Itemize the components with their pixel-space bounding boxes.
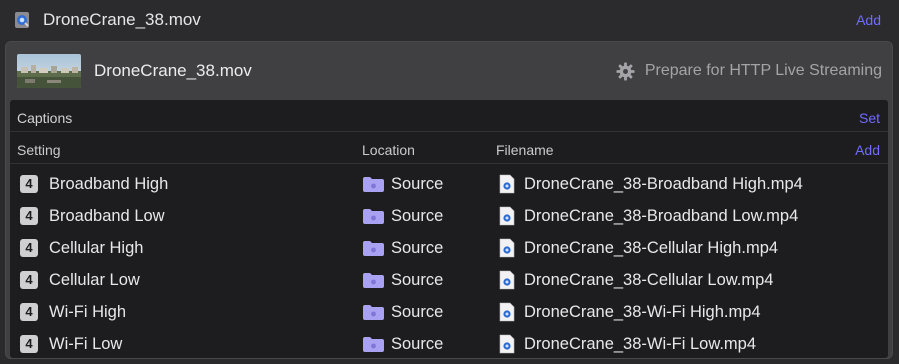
- output-settings-table: Captions Set Setting Location Filename A…: [10, 100, 888, 358]
- mp4-file-icon: [499, 270, 515, 290]
- folder-icon: [363, 241, 384, 256]
- file-title: DroneCrane_38.mov: [43, 10, 201, 29]
- filename-value[interactable]: DroneCrane_38-Wi-Fi Low.mp4: [524, 335, 756, 354]
- filename-value[interactable]: DroneCrane_38-Cellular Low.mp4: [524, 271, 773, 290]
- file-header-bar: DroneCrane_38.mov Add: [0, 0, 899, 40]
- setting-name: Broadband Low: [49, 207, 165, 225]
- video-thumbnail: [17, 54, 81, 88]
- mp4-file-icon: [499, 238, 515, 258]
- prepare-hls-button[interactable]: Prepare for HTTP Live Streaming: [616, 42, 882, 100]
- output-card-header: DroneCrane_38.mov Prepare for HTTP Live …: [6, 42, 892, 100]
- h264-badge-icon: 4: [20, 335, 38, 353]
- location-value[interactable]: Source: [391, 335, 443, 354]
- location-value[interactable]: Source: [391, 303, 443, 322]
- folder-icon: [363, 273, 384, 288]
- folder-icon: [363, 337, 384, 352]
- folder-icon: [363, 305, 384, 320]
- table-row[interactable]: 4 Wi-Fi Low Source DroneCrane_38-Wi-Fi L…: [10, 328, 888, 358]
- output-card: DroneCrane_38.mov Prepare for HTTP Live …: [5, 41, 893, 359]
- mp4-file-icon: [499, 206, 515, 226]
- table-header: Setting Location Filename Add: [10, 132, 888, 164]
- captions-row: Captions Set: [10, 100, 888, 132]
- output-title: DroneCrane_38.mov: [94, 61, 252, 80]
- h264-badge-icon: 4: [20, 303, 38, 321]
- filename-value[interactable]: DroneCrane_38-Wi-Fi High.mp4: [524, 303, 761, 322]
- column-setting: Setting: [17, 142, 61, 158]
- h264-badge-icon: 4: [20, 239, 38, 257]
- setting-name: Cellular Low: [49, 271, 140, 289]
- setting-name: Broadband High: [49, 175, 169, 193]
- h264-badge-icon: 4: [20, 207, 38, 225]
- h264-badge-icon: 4: [20, 175, 38, 193]
- location-value[interactable]: Source: [391, 271, 443, 290]
- column-location: Location: [362, 142, 415, 158]
- table-row[interactable]: 4 Broadband High Source DroneCrane_38-Br…: [10, 168, 888, 200]
- prepare-hls-label: Prepare for HTTP Live Streaming: [644, 62, 882, 79]
- setting-name: Cellular High: [49, 239, 144, 257]
- gear-icon: [616, 61, 635, 81]
- location-value[interactable]: Source: [391, 175, 443, 194]
- setting-name: Wi-Fi Low: [49, 335, 123, 353]
- filename-value[interactable]: DroneCrane_38-Broadband High.mp4: [524, 175, 803, 194]
- quicktime-file-icon: [15, 12, 29, 28]
- mp4-file-icon: [499, 302, 515, 322]
- location-value[interactable]: Source: [391, 207, 443, 226]
- location-value[interactable]: Source: [391, 239, 443, 258]
- folder-icon: [363, 177, 384, 192]
- mp4-file-icon: [499, 174, 515, 194]
- table-row[interactable]: 4 Broadband Low Source DroneCrane_38-Bro…: [10, 200, 888, 232]
- filename-value[interactable]: DroneCrane_38-Broadband Low.mp4: [524, 207, 798, 226]
- column-filename: Filename: [496, 142, 554, 158]
- set-captions-button[interactable]: Set: [859, 110, 880, 126]
- table-row[interactable]: 4 Cellular Low Source DroneCrane_38-Cell…: [10, 264, 888, 296]
- table-row[interactable]: 4 Cellular High Source DroneCrane_38-Cel…: [10, 232, 888, 264]
- h264-badge-icon: 4: [20, 271, 38, 289]
- table-row[interactable]: 4 Wi-Fi High Source DroneCrane_38-Wi-Fi …: [10, 296, 888, 328]
- setting-name: Wi-Fi High: [49, 303, 126, 321]
- add-output-button[interactable]: Add: [856, 12, 881, 28]
- mp4-file-icon: [499, 334, 515, 354]
- filename-value[interactable]: DroneCrane_38-Cellular High.mp4: [524, 239, 778, 258]
- add-setting-button[interactable]: Add: [855, 142, 880, 158]
- folder-icon: [363, 209, 384, 224]
- captions-label: Captions: [17, 110, 73, 126]
- settings-list: 4 Broadband High Source DroneCrane_38-Br…: [10, 168, 888, 358]
